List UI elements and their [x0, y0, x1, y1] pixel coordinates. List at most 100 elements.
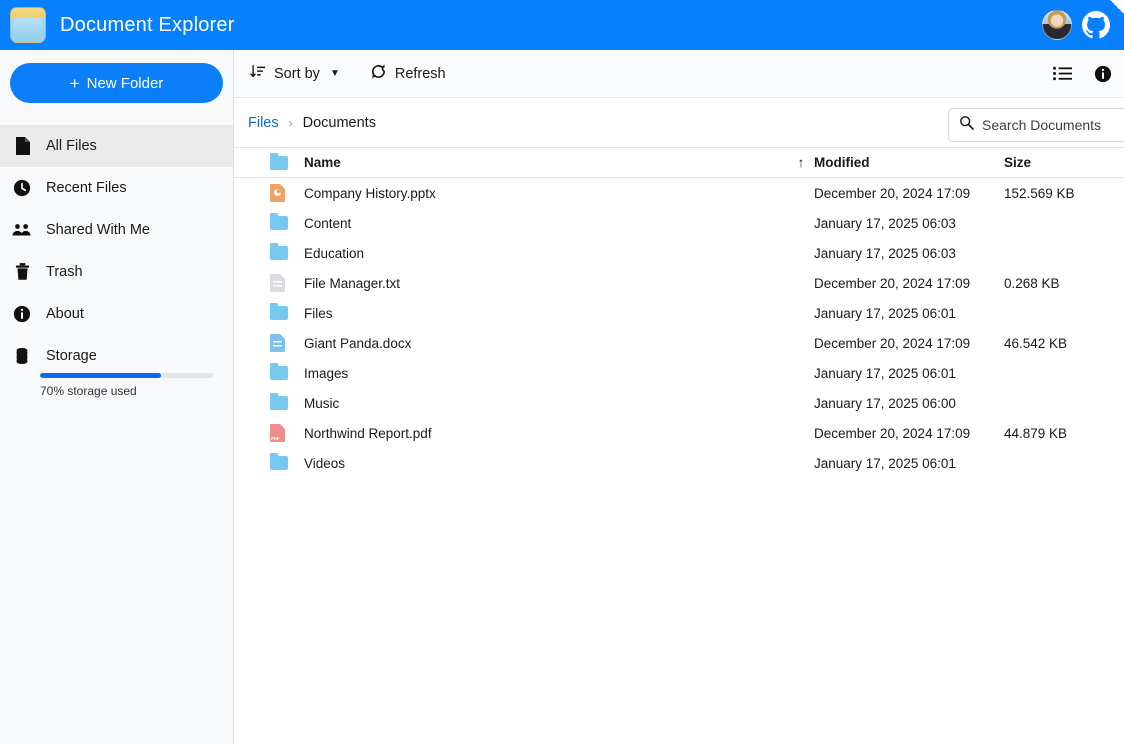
column-header-size[interactable]: Size [1004, 155, 1124, 170]
folder-icon [270, 456, 300, 470]
file-modified: December 20, 2024 17:09 [814, 426, 1004, 441]
toolbar: Sort by ▼ Refresh [234, 50, 1124, 98]
sidebar-item-trash[interactable]: Trash [0, 251, 233, 293]
pdf-file-icon: PDF [270, 424, 300, 442]
chevron-down-icon: ▼ [330, 68, 340, 79]
people-icon [12, 220, 32, 240]
table-row[interactable]: Images January 17, 2025 06:01 [234, 358, 1124, 388]
txt-file-icon [270, 274, 300, 292]
file-name: File Manager.txt [300, 276, 788, 291]
sort-by-button[interactable]: Sort by ▼ [248, 60, 342, 88]
file-name: Education [300, 246, 788, 261]
breadcrumb-current: Documents [303, 115, 376, 131]
sidebar-item-label: About [46, 306, 84, 322]
breadcrumb-separator-icon: › [289, 116, 293, 130]
folder-icon [270, 366, 300, 380]
user-avatar[interactable] [1042, 10, 1072, 40]
sidebar-item-label: Trash [46, 264, 83, 280]
app-title: Document Explorer [60, 14, 235, 37]
table-row[interactable]: Music January 17, 2025 06:00 [234, 388, 1124, 418]
folder-icon [270, 216, 300, 230]
file-size: 0.268 KB [1004, 276, 1124, 291]
file-list-header: Name ↑ Modified Size [234, 148, 1124, 178]
file-name: Music [300, 396, 788, 411]
table-row[interactable]: File Manager.txt December 20, 2024 17:09… [234, 268, 1124, 298]
folder-icon [270, 306, 300, 320]
docx-file-icon [270, 334, 300, 352]
file-modified: December 20, 2024 17:09 [814, 276, 1004, 291]
file-modified: December 20, 2024 17:09 [814, 186, 1004, 201]
title-bar: Document Explorer [0, 0, 1124, 50]
window-body: + New Folder All Files Recent Files [0, 50, 1124, 744]
document-explorer-window: Document Explorer + New Folder [0, 0, 1124, 744]
storage-meter [0, 373, 233, 378]
folder-icon [270, 396, 300, 410]
sidebar-item-storage[interactable]: Storage [0, 335, 233, 377]
toolbar-right-actions [1053, 65, 1112, 83]
folder-app-icon [10, 7, 46, 43]
file-name: Northwind Report.pdf [300, 426, 788, 441]
refresh-button[interactable]: Refresh [368, 59, 448, 88]
file-icon [12, 136, 32, 156]
sidebar-item-label: All Files [46, 138, 97, 154]
folder-icon [270, 246, 300, 260]
file-modified: January 17, 2025 06:01 [814, 366, 1004, 381]
sidebar-item-about[interactable]: About [0, 293, 233, 335]
plus-icon: + [70, 75, 80, 92]
file-size: 152.569 KB [1004, 186, 1124, 201]
file-modified: January 17, 2025 06:01 [814, 456, 1004, 471]
sidebar-item-label: Recent Files [46, 180, 127, 196]
trash-icon [12, 262, 32, 282]
file-name: Images [300, 366, 788, 381]
new-folder-button[interactable]: + New Folder [10, 63, 223, 103]
sort-by-label: Sort by [274, 66, 320, 82]
file-size: 44.879 KB [1004, 426, 1124, 441]
info-circle-icon[interactable] [1094, 65, 1112, 83]
sidebar-item-label: Storage [46, 348, 97, 364]
file-modified: December 20, 2024 17:09 [814, 336, 1004, 351]
new-folder-label: New Folder [87, 75, 164, 92]
sidebar: + New Folder All Files Recent Files [0, 50, 234, 744]
file-name: Files [300, 306, 788, 321]
sidebar-item-shared-with-me[interactable]: Shared With Me [0, 209, 233, 251]
clock-icon [12, 178, 32, 198]
search-box[interactable] [948, 108, 1124, 142]
table-row[interactable]: Content January 17, 2025 06:03 [234, 208, 1124, 238]
search-icon [959, 115, 974, 135]
search-input[interactable] [982, 117, 1124, 133]
table-row[interactable]: PDF Northwind Report.pdf December 20, 20… [234, 418, 1124, 448]
sidebar-item-label: Shared With Me [46, 222, 150, 238]
main-panel: Sort by ▼ Refresh [234, 50, 1124, 744]
titlebar-actions [1042, 10, 1110, 40]
sidebar-item-recent-files[interactable]: Recent Files [0, 167, 233, 209]
table-row[interactable]: Giant Panda.docx December 20, 2024 17:09… [234, 328, 1124, 358]
column-header-modified[interactable]: Modified [814, 155, 1004, 170]
column-header-name[interactable]: Name [300, 155, 788, 170]
file-name: Giant Panda.docx [300, 336, 788, 351]
pptx-file-icon [270, 184, 300, 202]
file-modified: January 17, 2025 06:03 [814, 216, 1004, 231]
storage-fill [40, 373, 161, 378]
list-view-icon[interactable] [1053, 66, 1072, 81]
sort-descending-icon [250, 64, 266, 84]
storage-track [40, 373, 213, 378]
storage-caption: 70% storage used [0, 384, 233, 398]
table-row[interactable]: Company History.pptx December 20, 2024 1… [234, 178, 1124, 208]
sidebar-nav: All Files Recent Files [0, 125, 233, 398]
sort-indicator-icon: ↑ [788, 155, 814, 170]
file-name: Videos [300, 456, 788, 471]
file-list: Name ↑ Modified Size Company History.ppt… [234, 148, 1124, 744]
table-row[interactable]: Files January 17, 2025 06:01 [234, 298, 1124, 328]
file-modified: January 17, 2025 06:00 [814, 396, 1004, 411]
file-name: Company History.pptx [300, 186, 788, 201]
file-size: 46.542 KB [1004, 336, 1124, 351]
info-icon [12, 304, 32, 324]
breadcrumb-root[interactable]: Files [248, 115, 279, 131]
github-icon[interactable] [1082, 11, 1110, 39]
table-row[interactable]: Videos January 17, 2025 06:01 [234, 448, 1124, 478]
table-row[interactable]: Education January 17, 2025 06:03 [234, 238, 1124, 268]
database-icon [12, 346, 32, 366]
sidebar-item-all-files[interactable]: All Files [0, 125, 233, 167]
file-modified: January 17, 2025 06:01 [814, 306, 1004, 321]
file-modified: January 17, 2025 06:03 [814, 246, 1004, 261]
